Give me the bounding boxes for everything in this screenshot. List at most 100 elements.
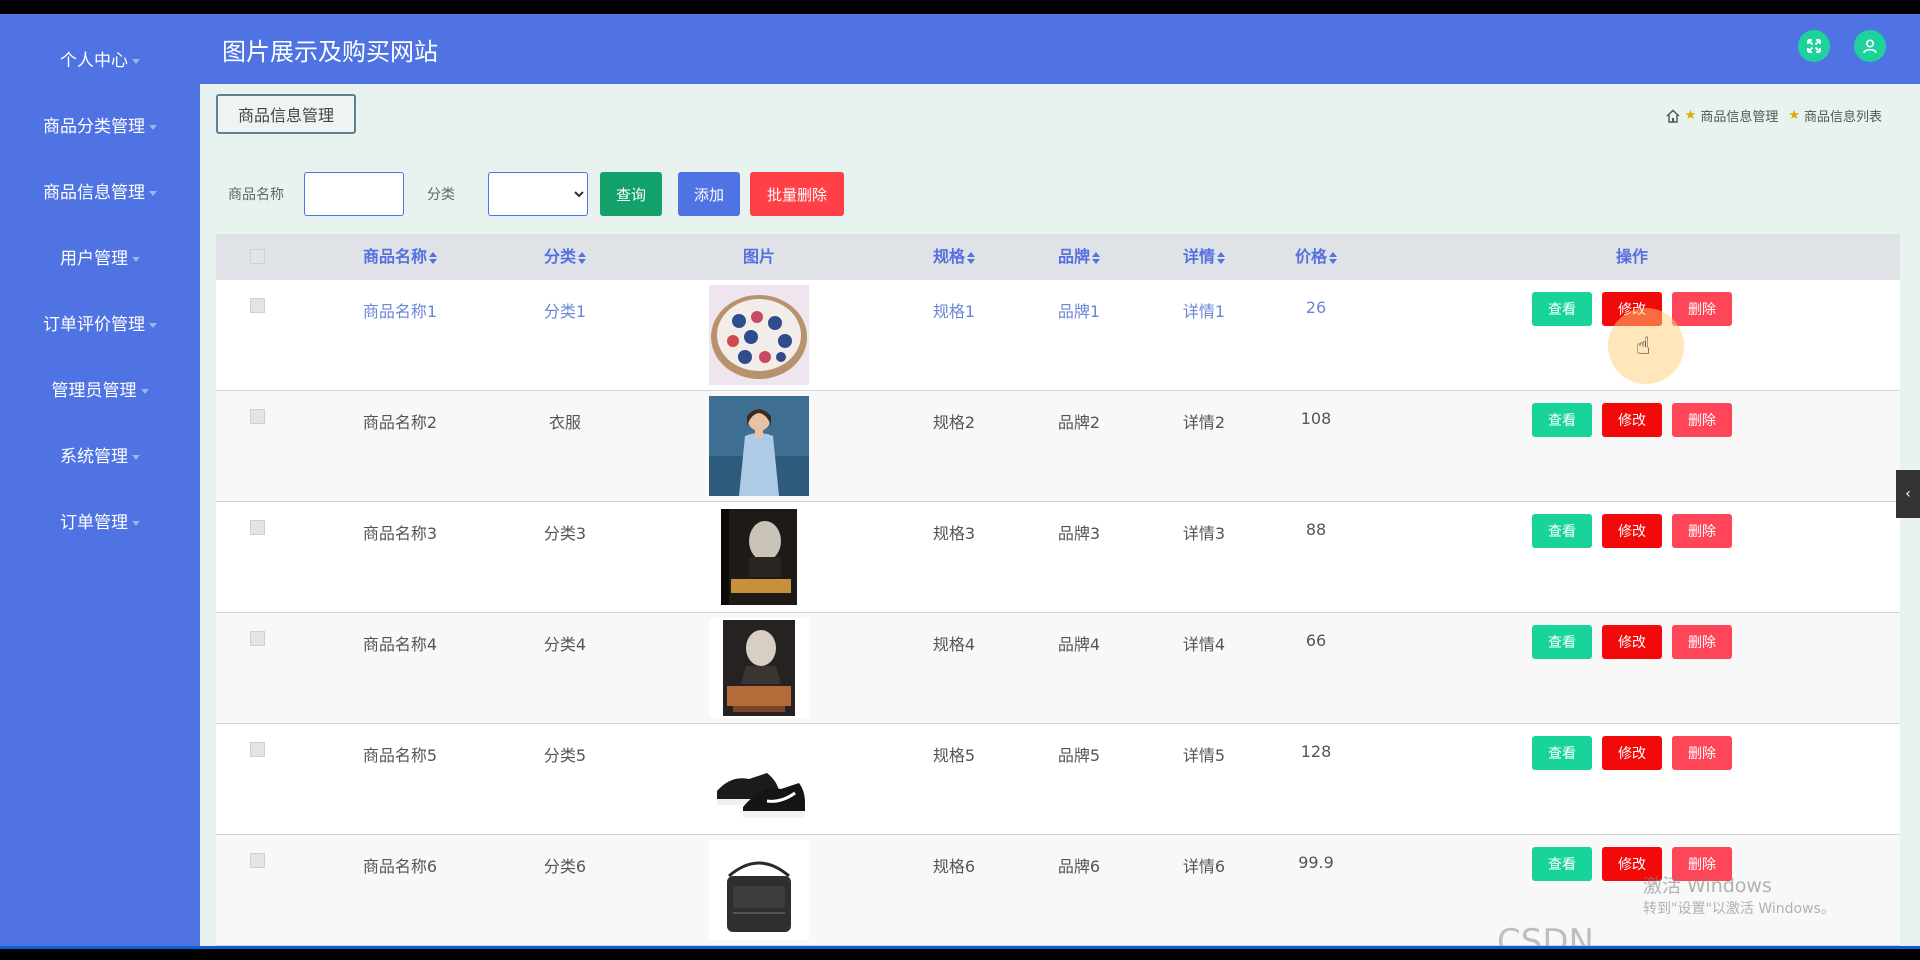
user-icon	[1863, 39, 1877, 54]
cell-detail: 详情3	[1182, 524, 1226, 543]
collapse-panel-button[interactable]: ‹	[1896, 470, 1920, 518]
header-spec[interactable]: 规格	[933, 234, 976, 280]
cell-price: 66	[1305, 631, 1327, 650]
cell-category[interactable]: 分类4	[544, 631, 586, 655]
row-checkbox[interactable]	[250, 853, 265, 868]
delete-button[interactable]: 删除	[1672, 403, 1732, 437]
sneaker-image[interactable]	[709, 729, 809, 829]
cell-price: 99.9	[1298, 853, 1334, 872]
view-button[interactable]: 查看	[1532, 847, 1592, 881]
cell-product-name[interactable]: 商品名称2	[363, 409, 437, 433]
page-tag[interactable]: 商品信息管理	[216, 94, 356, 134]
fullscreen-button[interactable]	[1798, 30, 1830, 62]
view-button[interactable]: 查看	[1532, 292, 1592, 326]
row-checkbox[interactable]	[250, 298, 265, 313]
cell-product-name[interactable]: 商品名称1	[363, 298, 437, 322]
app-title: 图片展示及购买网站	[222, 38, 438, 66]
cell-category[interactable]: 分类1	[544, 298, 586, 322]
sidebar-item-order-management[interactable]: 订单管理	[0, 508, 200, 533]
row-checkbox[interactable]	[250, 409, 265, 424]
delete-button[interactable]: 删除	[1672, 625, 1732, 659]
edit-button[interactable]: 修改	[1602, 514, 1662, 548]
delete-button[interactable]: 删除	[1672, 514, 1732, 548]
product-name-input[interactable]	[304, 172, 404, 216]
sidebar-item-user-management[interactable]: 用户管理	[0, 244, 200, 269]
edit-button[interactable]: 修改	[1602, 403, 1662, 437]
cell-category[interactable]: 分类5	[544, 742, 586, 766]
cell-category[interactable]: 分类3	[544, 520, 586, 544]
header-category[interactable]: 分类	[544, 234, 587, 280]
sidebar: 个人中心 商品分类管理 商品信息管理 用户管理 订单评价管理 管理员管理 系统管…	[0, 14, 200, 946]
sort-icon	[429, 251, 438, 264]
cell-price: 128	[1300, 742, 1332, 761]
breadcrumb: ★ 商品信息管理 ★ 商品信息列表	[1665, 106, 1882, 125]
cell-product-name[interactable]: 商品名称5	[363, 742, 437, 766]
chevron-down-icon	[140, 388, 149, 394]
cell-spec: 规格1	[932, 302, 976, 321]
cell-category[interactable]: 分类6	[544, 853, 586, 877]
chevron-down-icon	[132, 520, 140, 526]
delete-button[interactable]: 删除	[1672, 736, 1732, 770]
header-product-name[interactable]: 商品名称	[363, 234, 438, 280]
sidebar-item-admin-management[interactable]: 管理员管理	[0, 376, 200, 401]
chevron-down-icon	[149, 124, 157, 130]
header-brand[interactable]: 品牌	[1058, 234, 1101, 280]
delete-button[interactable]: 删除	[1672, 292, 1732, 326]
sidebar-item-category-management[interactable]: 商品分类管理	[0, 112, 200, 137]
view-button[interactable]: 查看	[1532, 514, 1592, 548]
sidebar-item-system-management[interactable]: 系统管理	[0, 442, 200, 467]
book-cover-image[interactable]	[709, 618, 809, 718]
header-image: 图片	[742, 247, 776, 266]
star-icon: ★	[1788, 108, 1800, 123]
cell-spec: 规格4	[932, 635, 976, 654]
cell-product-name[interactable]: 商品名称6	[363, 853, 437, 877]
batch-delete-button[interactable]: 批量删除	[750, 172, 844, 216]
table-row: 商品名称3 分类3 规格3 品牌3 详情3 88 查看 修改 删除	[216, 502, 1900, 613]
cell-product-name[interactable]: 商品名称4	[363, 631, 437, 655]
top-header: 图片展示及购买网站	[200, 14, 1920, 84]
product-name-label: 商品名称	[228, 187, 284, 203]
edit-button[interactable]: 修改	[1602, 625, 1662, 659]
table-row: 商品名称5 分类5 规格5 品牌5 详情5 128 查看 修改 删除	[216, 724, 1900, 835]
header-detail[interactable]: 详情	[1183, 234, 1226, 280]
category-select[interactable]	[488, 172, 588, 216]
chevron-down-icon	[132, 256, 140, 262]
row-checkbox[interactable]	[250, 631, 265, 646]
cell-brand: 品牌4	[1057, 635, 1101, 654]
add-button[interactable]: 添加	[678, 172, 740, 216]
chevron-down-icon	[132, 454, 140, 460]
candy-image[interactable]	[709, 285, 809, 385]
cell-brand: 品牌1	[1057, 302, 1101, 321]
edit-button[interactable]: 修改	[1602, 736, 1662, 770]
woman-dress-image[interactable]	[709, 396, 809, 496]
select-all-checkbox[interactable]	[250, 249, 265, 264]
sidebar-item-product-management[interactable]: 商品信息管理	[0, 178, 200, 203]
header-actions: 操作	[1615, 247, 1649, 266]
query-button[interactable]: 查询	[600, 172, 662, 216]
star-icon: ★	[1684, 108, 1697, 123]
category-label: 分类	[427, 187, 455, 203]
sidebar-item-review-management[interactable]: 订单评价管理	[0, 310, 200, 335]
windows-activation-hint: 转到"设置"以激活 Windows。	[1643, 901, 1835, 917]
row-checkbox[interactable]	[250, 742, 265, 757]
cell-product-name[interactable]: 商品名称3	[363, 520, 437, 544]
row-checkbox[interactable]	[250, 520, 265, 535]
view-button[interactable]: 查看	[1532, 625, 1592, 659]
cell-category[interactable]: 衣服	[549, 409, 581, 433]
cell-detail: 详情1	[1182, 302, 1226, 321]
view-button[interactable]: 查看	[1532, 403, 1592, 437]
app-frame: 个人中心 商品分类管理 商品信息管理 用户管理 订单评价管理 管理员管理 系统管…	[0, 14, 1920, 946]
bag-image[interactable]	[709, 840, 809, 940]
user-menu-button[interactable]	[1854, 30, 1886, 62]
header-price[interactable]: 价格	[1295, 234, 1338, 280]
home-icon	[1666, 109, 1680, 123]
breadcrumb-item-product-management[interactable]: 商品信息管理	[1700, 106, 1778, 125]
csdn-watermark: CSDN @nodejava666666	[1497, 922, 1594, 946]
expand-icon	[1807, 39, 1821, 53]
book-cover-image[interactable]	[709, 507, 809, 607]
cell-detail: 详情6	[1182, 857, 1226, 876]
view-button[interactable]: 查看	[1532, 736, 1592, 770]
sidebar-item-personal-center[interactable]: 个人中心	[0, 46, 200, 71]
cell-detail: 详情2	[1182, 413, 1226, 432]
cell-brand: 品牌5	[1057, 746, 1101, 765]
